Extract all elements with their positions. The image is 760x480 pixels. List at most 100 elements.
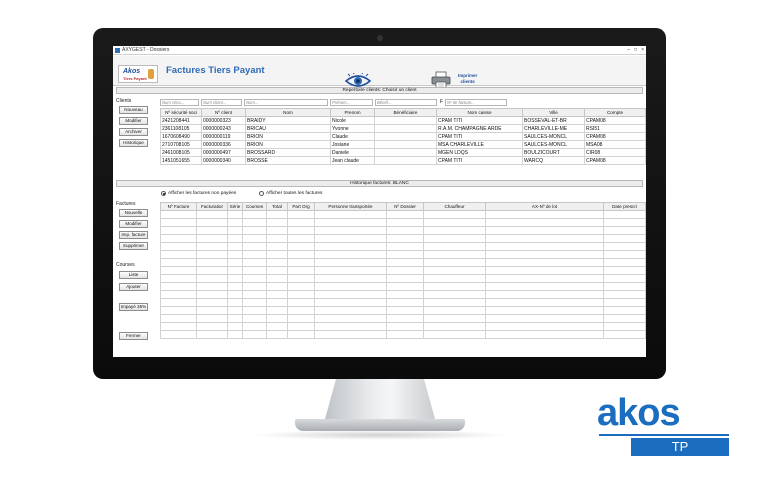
filter-beneficiary-input[interactable]: Bénéf...: [375, 99, 437, 106]
table-row[interactable]: 2710708105 0000000336 BRION Josiane MSA CHAR…: [160, 140, 646, 149]
table-cell: [386, 234, 424, 243]
table-cell: [287, 258, 315, 267]
column-header[interactable]: Nº Facture: [160, 202, 197, 211]
column-header[interactable]: Ville: [522, 108, 585, 117]
table-row[interactable]: 2461008105 0000000497 BROSSARD Daniele MGEN …: [160, 148, 646, 157]
table-row[interactable]: [160, 266, 646, 275]
logo-subtext: Tiers Payant: [123, 76, 147, 81]
column-header[interactable]: Personne transportée: [314, 202, 387, 211]
table-cell: [485, 322, 604, 331]
table-cell: 2421208441: [160, 116, 202, 125]
archive-client-button[interactable]: Archiver: [119, 128, 148, 136]
table-cell: [227, 274, 243, 283]
table-cell: [227, 218, 243, 227]
table-cell: [287, 266, 315, 275]
table-cell: Josiane: [330, 140, 375, 149]
edit-invoice-button[interactable]: Modifier: [119, 220, 148, 228]
courses-list-button[interactable]: Liste: [119, 271, 148, 279]
table-cell: [314, 330, 387, 339]
column-header[interactable]: Nº client: [201, 108, 246, 117]
new-client-button[interactable]: Nouveau: [119, 106, 148, 114]
courses-group-label: Courses: [116, 262, 135, 268]
table-row[interactable]: [160, 242, 646, 251]
table-row[interactable]: [160, 330, 646, 339]
radio-dot-icon[interactable]: [161, 191, 166, 196]
column-header[interactable]: Nom: [245, 108, 331, 117]
table-cell: [485, 234, 604, 243]
maximize-icon[interactable]: □: [634, 47, 637, 53]
table-cell: [160, 234, 197, 243]
table-row[interactable]: [160, 282, 646, 291]
column-header[interactable]: Courses: [242, 202, 267, 211]
table-cell: [287, 282, 315, 291]
table-row[interactable]: [160, 234, 646, 243]
table-cell: [603, 226, 646, 235]
filter-name-input[interactable]: Nom...: [244, 99, 328, 106]
table-row[interactable]: [160, 258, 646, 267]
close-icon[interactable]: ×: [641, 47, 644, 53]
table-cell: [485, 242, 604, 251]
radio-all[interactable]: Afficher toutes les factures: [259, 191, 322, 196]
table-cell: [160, 290, 197, 299]
delete-invoice-button[interactable]: Supprimer: [119, 242, 148, 250]
table-row[interactable]: [160, 226, 646, 235]
table-row[interactable]: [160, 218, 646, 227]
minimize-icon[interactable]: –: [627, 47, 630, 53]
table-cell: [266, 250, 288, 259]
table-row[interactable]: 1670608490 0000000119 BRION Claude CPAM TITI…: [160, 132, 646, 141]
table-cell: [266, 306, 288, 315]
unpaid-35-button[interactable]: Impayé 35%: [119, 303, 148, 311]
column-header[interactable]: Nº Dossier: [386, 202, 424, 211]
table-row[interactable]: 2421208441 0000000323 BRAIDY Nicole CPAM TIT…: [160, 116, 646, 125]
filter-invoice-input[interactable]: Nº de facture...: [445, 99, 507, 106]
radio-dot-icon[interactable]: [259, 191, 264, 196]
column-header[interactable]: AX-Nº de lot: [485, 202, 604, 211]
column-header[interactable]: Part Org: [287, 202, 315, 211]
history-button[interactable]: Historique: [119, 139, 148, 147]
filter-firstname-input[interactable]: Prénom...: [330, 99, 373, 106]
table-cell: [196, 218, 228, 227]
column-header[interactable]: Chauffeur: [423, 202, 486, 211]
column-header[interactable]: Prenom: [330, 108, 375, 117]
column-header[interactable]: Bénéficiaire: [374, 108, 437, 117]
print-invoice-button[interactable]: Imp. facture: [119, 231, 148, 239]
table-cell: [485, 314, 604, 323]
table-cell: [603, 258, 646, 267]
filter-client-input[interactable]: Num client...: [201, 99, 242, 106]
table-cell: [423, 210, 486, 219]
column-header[interactable]: Date prescri: [603, 202, 646, 211]
table-cell: [242, 290, 267, 299]
table-row[interactable]: [160, 210, 646, 219]
clients-group-label: Clients: [116, 98, 132, 104]
column-header[interactable]: Total: [266, 202, 288, 211]
filter-secu-input[interactable]: Num sécu...: [160, 99, 199, 106]
close-button[interactable]: Fermer: [119, 332, 148, 340]
new-invoice-button[interactable]: Nouvelle: [119, 209, 148, 217]
column-header[interactable]: Nº sécurité soci: [160, 108, 202, 117]
table-cell: BOSSEVAL-ET-BR: [522, 116, 585, 125]
table-cell: [423, 266, 486, 275]
edit-client-button[interactable]: Modifier: [119, 117, 148, 125]
table-row[interactable]: 1451051655 0000000340 BROSSE Jean claude CPA…: [160, 156, 646, 165]
add-course-button[interactable]: Ajouter: [119, 283, 148, 291]
table-cell: [160, 298, 197, 307]
table-cell: [314, 242, 387, 251]
column-header[interactable]: Facturatior: [196, 202, 228, 211]
table-row[interactable]: [160, 298, 646, 307]
print-clients-link[interactable]: Imprimer clients: [458, 73, 477, 85]
table-cell: [242, 330, 267, 339]
column-header[interactable]: Nom caisse: [436, 108, 523, 117]
table-row[interactable]: 2361108105 0000000243 BRICAU Yvonne R.A.M. C…: [160, 124, 646, 133]
radio-unpaid[interactable]: Afficher les factures non payées: [161, 191, 236, 196]
table-row[interactable]: [160, 250, 646, 259]
table-row[interactable]: [160, 306, 646, 315]
table-row[interactable]: [160, 314, 646, 323]
table-cell: [314, 322, 387, 331]
table-cell: [196, 210, 228, 219]
table-cell: [386, 274, 424, 283]
column-header[interactable]: Compte: [584, 108, 646, 117]
table-row[interactable]: [160, 274, 646, 283]
table-row[interactable]: [160, 322, 646, 331]
column-header[interactable]: Série: [227, 202, 243, 211]
table-row[interactable]: [160, 290, 646, 299]
